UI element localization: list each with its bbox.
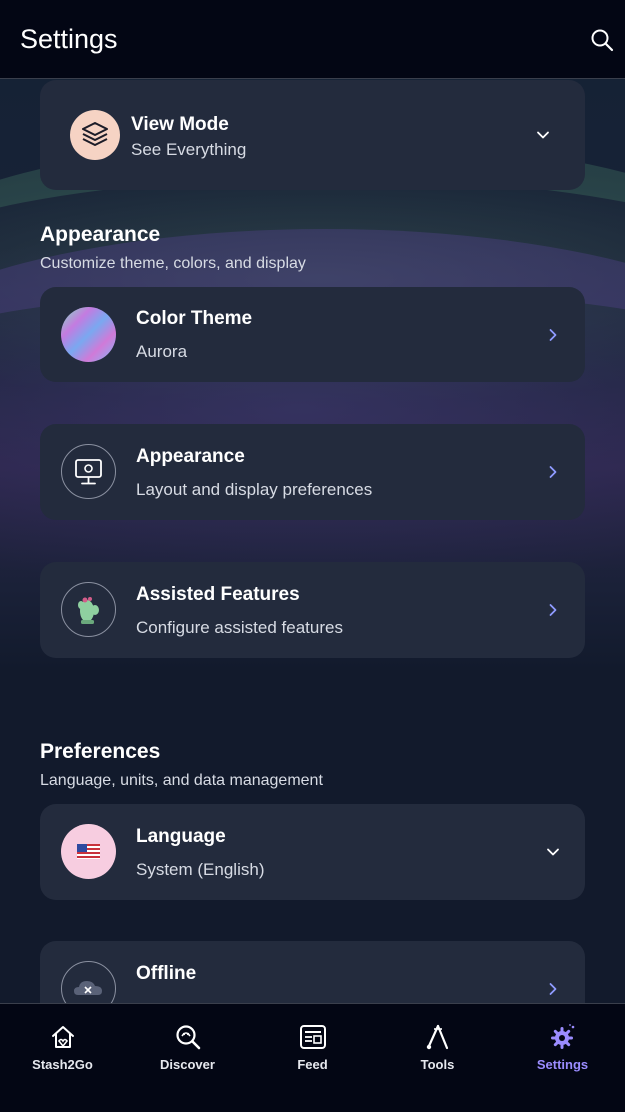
- monitor-icon: [61, 444, 116, 499]
- nav-label: Feed: [297, 1057, 328, 1072]
- nav-feed[interactable]: Feed: [250, 1022, 375, 1082]
- feed-icon: [299, 1025, 326, 1049]
- us-flag-icon: [61, 824, 116, 879]
- color-theme-row[interactable]: Color Theme Aurora: [40, 287, 585, 382]
- language-dropdown[interactable]: Language System (English): [40, 804, 585, 900]
- nav-discover[interactable]: Discover: [125, 1022, 250, 1082]
- discover-icon: [175, 1025, 200, 1050]
- assisted-features-row[interactable]: Assisted Features Configure assisted fea…: [40, 562, 585, 658]
- home-icon: [51, 1026, 74, 1048]
- offline-title: Offline: [136, 963, 197, 984]
- color-theme-title: Color Theme: [136, 308, 253, 329]
- bottom-nav: Stash2Go Discover Feed Tools Settings: [0, 1003, 625, 1112]
- aurora-swatch-icon: [61, 307, 116, 362]
- preferences-section-title: Preferences: [40, 740, 161, 763]
- appearance-row[interactable]: Appearance Layout and display preference…: [40, 424, 585, 520]
- page-title: Settings: [20, 24, 118, 54]
- assisted-features-subtitle: Configure assisted features: [136, 618, 343, 637]
- nav-label: Discover: [160, 1057, 215, 1072]
- chevron-right-icon: [549, 329, 557, 341]
- nav-label: Tools: [420, 1057, 455, 1072]
- appearance-row-title: Appearance: [136, 446, 245, 467]
- assisted-features-title: Assisted Features: [136, 584, 300, 605]
- nav-label: Stash2Go: [32, 1057, 93, 1072]
- settings-gear-icon: [550, 1024, 574, 1049]
- language-value: System (English): [136, 860, 265, 879]
- cactus-icon: [61, 582, 116, 637]
- nav-stash2go[interactable]: Stash2Go: [0, 1022, 125, 1082]
- tools-icon: [426, 1024, 448, 1050]
- nav-settings[interactable]: Settings: [500, 1022, 625, 1082]
- preferences-section-subtitle: Language, units, and data management: [40, 772, 323, 789]
- chevron-right-icon: [549, 466, 557, 478]
- chevron-right-icon: [549, 604, 557, 616]
- search-icon[interactable]: [590, 28, 614, 52]
- color-theme-value: Aurora: [136, 342, 188, 361]
- top-bar: Settings: [0, 0, 625, 79]
- nav-tools[interactable]: Tools: [375, 1022, 500, 1082]
- language-title: Language: [136, 826, 226, 847]
- view-mode-dropdown[interactable]: View Mode See Everything: [40, 80, 585, 190]
- view-mode-title: View Mode: [131, 114, 229, 135]
- chevron-right-icon: [549, 983, 557, 995]
- appearance-row-subtitle: Layout and display preferences: [136, 480, 373, 499]
- view-mode-value: See Everything: [131, 140, 247, 159]
- appearance-section-subtitle: Customize theme, colors, and display: [40, 255, 306, 272]
- nav-label: Settings: [536, 1057, 589, 1072]
- layers-icon: [70, 110, 120, 160]
- chevron-down-icon: [547, 848, 559, 856]
- appearance-section-title: Appearance: [40, 223, 161, 246]
- chevron-down-icon: [537, 131, 549, 139]
